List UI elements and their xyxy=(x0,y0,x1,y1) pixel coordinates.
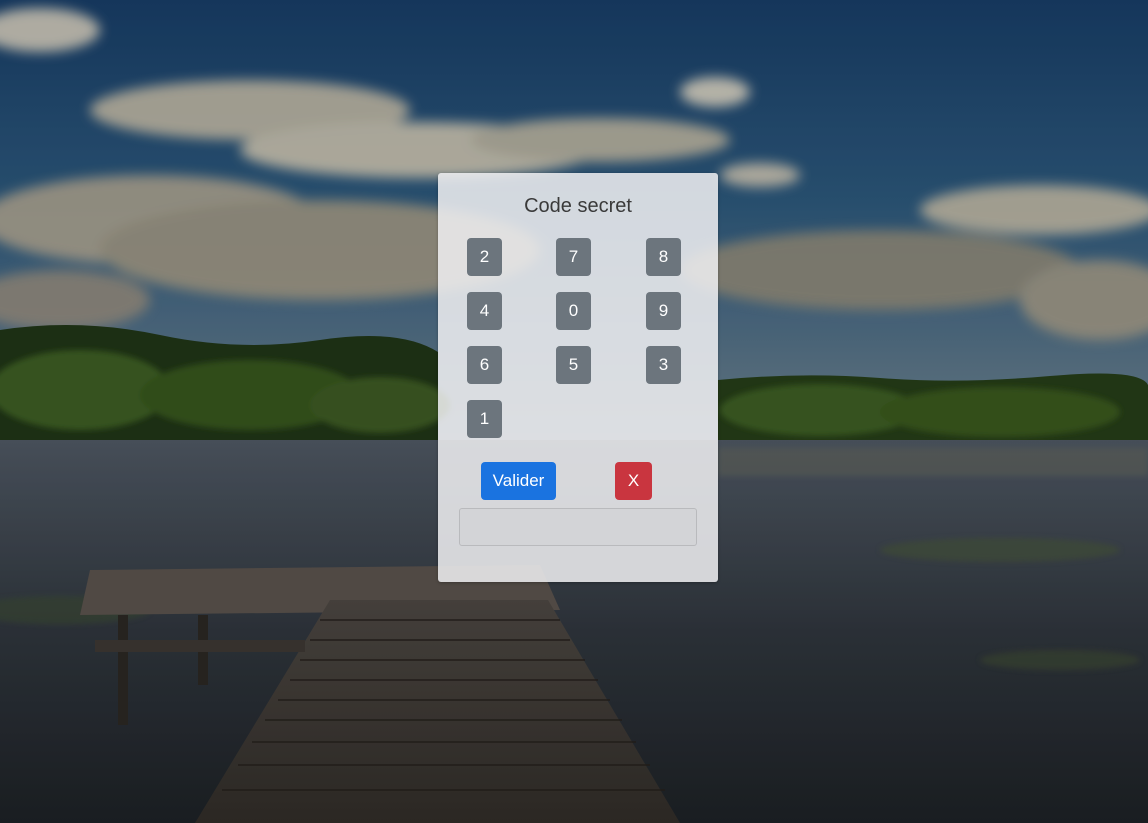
keypad-key[interactable]: 4 xyxy=(467,292,502,330)
keypad-key[interactable]: 6 xyxy=(467,346,502,384)
keypad-key[interactable]: 9 xyxy=(646,292,681,330)
code-display-field xyxy=(459,508,697,546)
clear-button[interactable]: X xyxy=(615,462,652,500)
validate-button[interactable]: Valider xyxy=(481,462,556,500)
keypad-key[interactable]: 5 xyxy=(556,346,591,384)
keypad-key[interactable]: 7 xyxy=(556,238,591,276)
keypad-key[interactable]: 0 xyxy=(556,292,591,330)
keypad-key[interactable]: 8 xyxy=(646,238,681,276)
keypad-key[interactable]: 3 xyxy=(646,346,681,384)
keypad-key[interactable]: 1 xyxy=(467,400,502,438)
panel-title: Code secret xyxy=(524,195,632,217)
secret-code-panel: Code secret 2 7 8 4 0 9 6 5 3 1 Valider … xyxy=(438,173,718,582)
keypad-key[interactable]: 2 xyxy=(467,238,502,276)
